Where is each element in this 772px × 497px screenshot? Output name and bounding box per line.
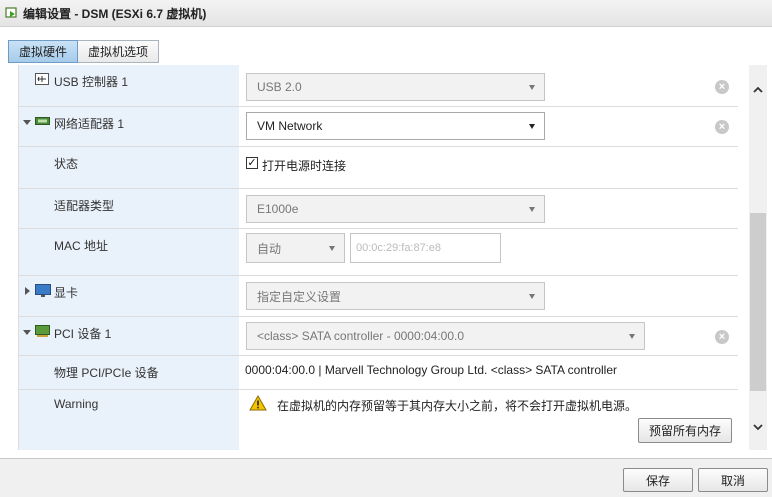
video-card-label: 显卡 [54, 286, 79, 300]
scroll-down-icon[interactable] [753, 420, 763, 431]
pci-device-row: PCI 设备 1 <class> SATA controller - 0000:… [19, 317, 738, 356]
usb-icon [35, 73, 50, 85]
reserve-all-memory-button[interactable]: 预留所有内存 [638, 418, 732, 443]
hardware-settings-list: USB 控制器 1 USB 2.0 × 网络适配器 1 VM Network ×… [18, 65, 738, 450]
status-row: 状态 ✓ 打开电源时连接 [19, 147, 738, 189]
vertical-scrollbar[interactable] [749, 65, 767, 450]
remove-device-icon[interactable]: × [715, 120, 729, 134]
connect-at-power-on-label[interactable]: 打开电源时连接 [262, 157, 346, 174]
network-adapter-row: 网络适配器 1 VM Network × [19, 107, 738, 147]
pci-device-select[interactable]: <class> SATA controller - 0000:04:00.0 [246, 322, 645, 350]
usb-controller-row: USB 控制器 1 USB 2.0 × [19, 65, 738, 107]
mac-address-row: MAC 地址 自动 00:0c:29:fa:87:e8 [19, 229, 738, 276]
usb-controller-label: USB 控制器 1 [54, 75, 129, 89]
tab-bar: 虚拟硬件 虚拟机选项 [8, 40, 160, 63]
warning-label: Warning [54, 397, 99, 411]
expand-toggle-icon[interactable] [25, 287, 30, 295]
adapter-type-label: 适配器类型 [54, 199, 115, 213]
chevron-down-icon [529, 85, 535, 90]
usb-version-select[interactable]: USB 2.0 [246, 73, 545, 101]
adapter-type-row: 适配器类型 E1000e [19, 189, 738, 229]
video-card-select[interactable]: 指定自定义设置 [246, 282, 545, 310]
physical-pci-row: 物理 PCI/PCIe 设备 0000:04:00.0 | Marvell Te… [19, 356, 738, 390]
chevron-down-icon [329, 246, 335, 251]
scroll-up-icon[interactable] [753, 83, 763, 93]
tab-virtual-hardware[interactable]: 虚拟硬件 [8, 40, 79, 63]
expand-toggle-icon[interactable] [23, 330, 31, 335]
video-card-row: 显卡 指定自定义设置 [19, 276, 738, 317]
mac-address-input[interactable]: 00:0c:29:fa:87:e8 [350, 233, 501, 263]
chevron-down-icon [529, 207, 535, 212]
network-select[interactable]: VM Network [246, 112, 545, 140]
tab-vm-options[interactable]: 虚拟机选项 [78, 40, 160, 63]
pci-card-icon [35, 325, 50, 337]
status-label: 状态 [54, 157, 79, 171]
pci-device-label: PCI 设备 1 [54, 327, 112, 341]
network-card-icon [35, 115, 50, 127]
virtual-machine-icon [5, 6, 19, 20]
adapter-type-select[interactable]: E1000e [246, 195, 545, 223]
chevron-down-icon [529, 294, 535, 299]
chevron-down-icon [629, 334, 635, 339]
warning-icon [249, 394, 267, 411]
title-bar: 编辑设置 - DSM (ESXi 6.7 虚拟机) [0, 0, 772, 27]
connect-at-power-on-checkbox[interactable]: ✓ [246, 157, 258, 169]
cancel-button[interactable]: 取消 [698, 468, 768, 492]
expand-toggle-icon[interactable] [23, 120, 31, 125]
mac-address-label: MAC 地址 [54, 239, 109, 253]
warning-message: 在虚拟机的内存预留等于其内存大小之前，将不会打开虚拟机电源。 [277, 399, 638, 413]
window-title: 编辑设置 - DSM (ESXi 6.7 虚拟机) [23, 6, 207, 21]
network-adapter-label: 网络适配器 1 [54, 117, 125, 131]
scrollbar-thumb[interactable] [750, 213, 766, 391]
mac-mode-select[interactable]: 自动 [246, 233, 345, 263]
warning-row: Warning 在虚拟机的内存预留等于其内存大小之前，将不会打开虚拟机电源。 预… [19, 390, 738, 450]
save-button[interactable]: 保存 [623, 468, 693, 492]
remove-device-icon[interactable]: × [715, 80, 729, 94]
chevron-down-icon [529, 124, 535, 129]
physical-pci-label: 物理 PCI/PCIe 设备 [54, 366, 159, 380]
dialog-footer: 保存 取消 [0, 458, 772, 497]
physical-pci-value: 0000:04:00.0 | Marvell Technology Group … [245, 363, 617, 377]
remove-device-icon[interactable]: × [715, 330, 729, 344]
monitor-icon [35, 284, 51, 297]
